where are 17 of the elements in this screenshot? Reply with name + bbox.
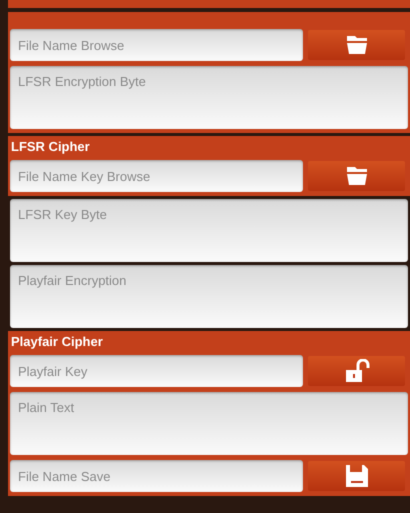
- text-area[interactable]: LFSR Key Byte: [10, 199, 408, 262]
- text-field[interactable]: File Name Key Browse: [10, 160, 303, 192]
- icon-button[interactable]: [308, 161, 405, 191]
- icon-button[interactable]: [308, 356, 405, 386]
- text-field[interactable]: File Name Browse: [10, 29, 303, 61]
- folder-icon: [346, 166, 368, 186]
- unlocked-padlock-icon: [344, 359, 370, 383]
- text-area[interactable]: Playfair Encryption: [10, 265, 408, 328]
- icon-button[interactable]: [308, 30, 405, 60]
- folder-icon: [346, 35, 368, 55]
- section-title: LFSR Cipher: [10, 138, 91, 156]
- text-field[interactable]: File Name Save: [10, 460, 303, 492]
- icon-button[interactable]: [308, 461, 405, 491]
- text-field[interactable]: Playfair Key: [10, 355, 303, 387]
- section-title: Playfair Cipher: [10, 333, 104, 351]
- text-area[interactable]: LFSR Encryption Byte: [10, 66, 408, 129]
- text-area[interactable]: Plain Text: [10, 392, 408, 455]
